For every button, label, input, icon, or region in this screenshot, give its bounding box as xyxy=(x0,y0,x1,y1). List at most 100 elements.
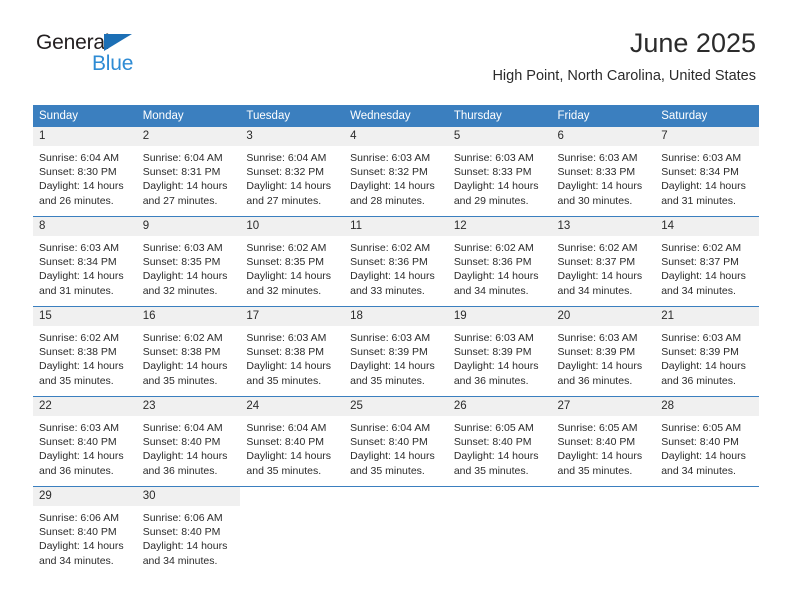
day-daylight-line1-text: Daylight: 14 hours xyxy=(39,450,124,463)
day-number: 4 xyxy=(344,127,448,146)
calendar-day-cell[interactable]: 14 Sunrise: 6:02 AM Sunset: 8:37 PM Dayligh… xyxy=(655,217,759,306)
calendar-week-row: 1 Sunrise: 6:04 AM Sunset: 8:30 PM Daylight… xyxy=(33,127,759,216)
day-sunrise-text: Sunrise: 6:06 AM xyxy=(39,512,119,524)
day-daylight-line1-text: Daylight: 14 hours xyxy=(246,360,332,373)
day-sunrise-text: Sunrise: 6:04 AM xyxy=(142,422,223,434)
day-daylight-line2-text: and 35 minutes. xyxy=(350,374,425,387)
day-number: 3 xyxy=(240,127,345,146)
calendar-day-cell[interactable]: 22 Sunrise: 6:03 AM Sunset: 8:40 PM Dayligh… xyxy=(33,397,137,486)
day-daylight-line2-text: and 31 minutes. xyxy=(661,194,736,207)
calendar-day-cell[interactable]: 3 Sunrise: 6:04 AM Sunset: 8:32 PM Daylight… xyxy=(240,127,345,216)
day-sunrise-text: Sunrise: 6:02 AM xyxy=(661,242,742,254)
day-number xyxy=(655,487,759,506)
day-sunrise-text: Sunrise: 6:03 AM xyxy=(350,332,431,344)
day-sunset-text: Sunset: 8:40 PM xyxy=(39,436,117,449)
logo-text-blue: Blue xyxy=(92,52,134,75)
day-daylight-line1-text: Daylight: 14 hours xyxy=(453,360,539,373)
day-daylight-line2-text: and 35 minutes. xyxy=(246,464,322,477)
day-number xyxy=(551,487,656,506)
day-sunset-text: Sunset: 8:39 PM xyxy=(453,346,532,359)
calendar-day-cell[interactable]: 9 Sunrise: 6:03 AM Sunset: 8:35 PM Daylight… xyxy=(136,217,241,306)
day-daylight-line1-text: Daylight: 14 hours xyxy=(350,360,435,373)
day-daylight-line1-text: Daylight: 14 hours xyxy=(557,360,643,373)
day-sunset-text: Sunset: 8:40 PM xyxy=(350,436,428,449)
day-sun-info: Sunrise: 6:04 AM Sunset: 8:32 PM Daylight:… xyxy=(240,146,344,208)
calendar-day-cell[interactable]: 21 Sunrise: 6:03 AM Sunset: 8:39 PM Dayligh… xyxy=(655,307,759,396)
calendar-day-cell[interactable]: 13 Sunrise: 6:02 AM Sunset: 8:37 PM Dayligh… xyxy=(551,217,656,306)
calendar-week-row: 15 Sunrise: 6:02 AM Sunset: 8:38 PM Dayligh… xyxy=(33,307,759,396)
calendar-day-cell[interactable]: 26 Sunrise: 6:05 AM Sunset: 8:40 PM Dayligh… xyxy=(447,397,552,486)
day-daylight-line2-text: and 30 minutes. xyxy=(557,194,633,207)
day-sun-info: Sunrise: 6:03 AM Sunset: 8:38 PM Daylight:… xyxy=(240,326,344,388)
calendar-day-cell[interactable]: 29 Sunrise: 6:06 AM Sunset: 8:40 PM Dayligh… xyxy=(33,487,137,576)
calendar-day-cell[interactable]: 4 Sunrise: 6:03 AM Sunset: 8:32 PM Daylight… xyxy=(344,127,448,216)
day-daylight-line1-text: Daylight: 14 hours xyxy=(142,540,228,553)
day-daylight-line1-text: Daylight: 14 hours xyxy=(142,360,228,373)
calendar-day-cell[interactable]: 10 Sunrise: 6:02 AM Sunset: 8:35 PM Dayligh… xyxy=(240,217,345,306)
day-sunrise-text: Sunrise: 6:04 AM xyxy=(39,152,119,164)
day-sunset-text: Sunset: 8:32 PM xyxy=(350,166,428,179)
calendar-day-cell[interactable]: 15 Sunrise: 6:02 AM Sunset: 8:38 PM Dayligh… xyxy=(33,307,137,396)
logo-triangle-icon xyxy=(104,34,132,51)
calendar-day-cell[interactable]: 2 Sunrise: 6:04 AM Sunset: 8:31 PM Daylight… xyxy=(136,127,241,216)
day-sunrise-text: Sunrise: 6:02 AM xyxy=(246,242,327,254)
calendar-day-cell[interactable]: 20 Sunrise: 6:03 AM Sunset: 8:39 PM Dayligh… xyxy=(551,307,656,396)
calendar-day-cell[interactable]: 1 Sunrise: 6:04 AM Sunset: 8:30 PM Daylight… xyxy=(33,127,137,216)
calendar-day-cell[interactable]: 5 Sunrise: 6:03 AM Sunset: 8:33 PM Daylight… xyxy=(447,127,552,216)
day-sunrise-text: Sunrise: 6:05 AM xyxy=(453,422,534,434)
sunrise-sunset-calendar: Sunday Monday Tuesday Wednesday Thursday… xyxy=(33,105,759,576)
day-sunrise-text: Sunrise: 6:04 AM xyxy=(142,152,223,164)
calendar-day-cell[interactable]: 25 Sunrise: 6:04 AM Sunset: 8:40 PM Dayligh… xyxy=(344,397,448,486)
day-sunset-text: Sunset: 8:39 PM xyxy=(350,346,428,359)
day-sunset-text: Sunset: 8:31 PM xyxy=(142,166,221,179)
day-daylight-line2-text: and 34 minutes. xyxy=(661,284,736,297)
day-number: 28 xyxy=(655,397,759,416)
calendar-week-row: 8 Sunrise: 6:03 AM Sunset: 8:34 PM Daylight… xyxy=(33,217,759,306)
day-number: 27 xyxy=(551,397,656,416)
day-daylight-line2-text: and 34 minutes. xyxy=(557,284,633,297)
calendar-day-cell[interactable]: 28 Sunrise: 6:05 AM Sunset: 8:40 PM Dayligh… xyxy=(655,397,759,486)
day-sun-info: Sunrise: 6:03 AM Sunset: 8:40 PM Daylight:… xyxy=(33,416,137,478)
day-sunset-text: Sunset: 8:38 PM xyxy=(246,346,325,359)
day-sunset-text: Sunset: 8:35 PM xyxy=(246,256,325,269)
day-daylight-line2-text: and 35 minutes. xyxy=(142,374,218,387)
weekday-header-saturday: Saturday xyxy=(655,105,759,127)
day-daylight-line2-text: and 35 minutes. xyxy=(350,464,425,477)
calendar-day-cell[interactable]: 27 Sunrise: 6:05 AM Sunset: 8:40 PM Dayligh… xyxy=(551,397,656,486)
day-number: 11 xyxy=(344,217,448,236)
calendar-day-cell[interactable]: 19 Sunrise: 6:03 AM Sunset: 8:39 PM Dayligh… xyxy=(447,307,552,396)
day-number: 10 xyxy=(240,217,345,236)
day-daylight-line1-text: Daylight: 14 hours xyxy=(246,180,332,193)
day-sun-info: Sunrise: 6:06 AM Sunset: 8:40 PM Daylight:… xyxy=(33,506,137,568)
day-number: 7 xyxy=(655,127,759,146)
day-sunrise-text: Sunrise: 6:05 AM xyxy=(661,422,742,434)
day-number: 20 xyxy=(551,307,656,326)
calendar-day-cell[interactable]: 24 Sunrise: 6:04 AM Sunset: 8:40 PM Dayligh… xyxy=(240,397,345,486)
calendar-day-cell[interactable]: 17 Sunrise: 6:03 AM Sunset: 8:38 PM Dayligh… xyxy=(240,307,345,396)
calendar-day-cell[interactable]: 7 Sunrise: 6:03 AM Sunset: 8:34 PM Daylight… xyxy=(655,127,759,216)
generalblue-logo[interactable]: General Blue xyxy=(36,32,156,78)
day-sunset-text: Sunset: 8:37 PM xyxy=(557,256,636,269)
day-sun-info: Sunrise: 6:03 AM Sunset: 8:39 PM Daylight:… xyxy=(344,326,448,388)
day-daylight-line1-text: Daylight: 14 hours xyxy=(142,270,228,283)
calendar-day-cell[interactable]: 30 Sunrise: 6:06 AM Sunset: 8:40 PM Dayligh… xyxy=(136,487,241,576)
calendar-day-cell[interactable]: 6 Sunrise: 6:03 AM Sunset: 8:33 PM Daylight… xyxy=(551,127,656,216)
day-sunrise-text: Sunrise: 6:03 AM xyxy=(39,242,119,254)
calendar-day-cell[interactable]: 23 Sunrise: 6:04 AM Sunset: 8:40 PM Dayligh… xyxy=(136,397,241,486)
calendar-day-cell[interactable]: 18 Sunrise: 6:03 AM Sunset: 8:39 PM Dayligh… xyxy=(344,307,448,396)
day-sun-info: Sunrise: 6:02 AM Sunset: 8:38 PM Daylight:… xyxy=(33,326,137,388)
day-number: 12 xyxy=(447,217,552,236)
calendar-day-cell[interactable]: 12 Sunrise: 6:02 AM Sunset: 8:36 PM Dayligh… xyxy=(447,217,552,306)
day-sunrise-text: Sunrise: 6:06 AM xyxy=(142,512,223,524)
calendar-day-cell[interactable]: 8 Sunrise: 6:03 AM Sunset: 8:34 PM Daylight… xyxy=(33,217,137,306)
day-daylight-line1-text: Daylight: 14 hours xyxy=(39,540,124,553)
day-sunrise-text: Sunrise: 6:03 AM xyxy=(453,332,534,344)
day-sunset-text: Sunset: 8:36 PM xyxy=(350,256,428,269)
day-daylight-line1-text: Daylight: 14 hours xyxy=(39,180,124,193)
calendar-day-cell[interactable]: 11 Sunrise: 6:02 AM Sunset: 8:36 PM Dayligh… xyxy=(344,217,448,306)
calendar-day-cell[interactable]: 16 Sunrise: 6:02 AM Sunset: 8:38 PM Dayligh… xyxy=(136,307,241,396)
day-daylight-line2-text: and 33 minutes. xyxy=(350,284,425,297)
day-number: 15 xyxy=(33,307,137,326)
day-sun-info: Sunrise: 6:03 AM Sunset: 8:34 PM Daylight:… xyxy=(33,236,137,298)
page-subtitle: High Point, North Carolina, United State… xyxy=(492,68,756,85)
